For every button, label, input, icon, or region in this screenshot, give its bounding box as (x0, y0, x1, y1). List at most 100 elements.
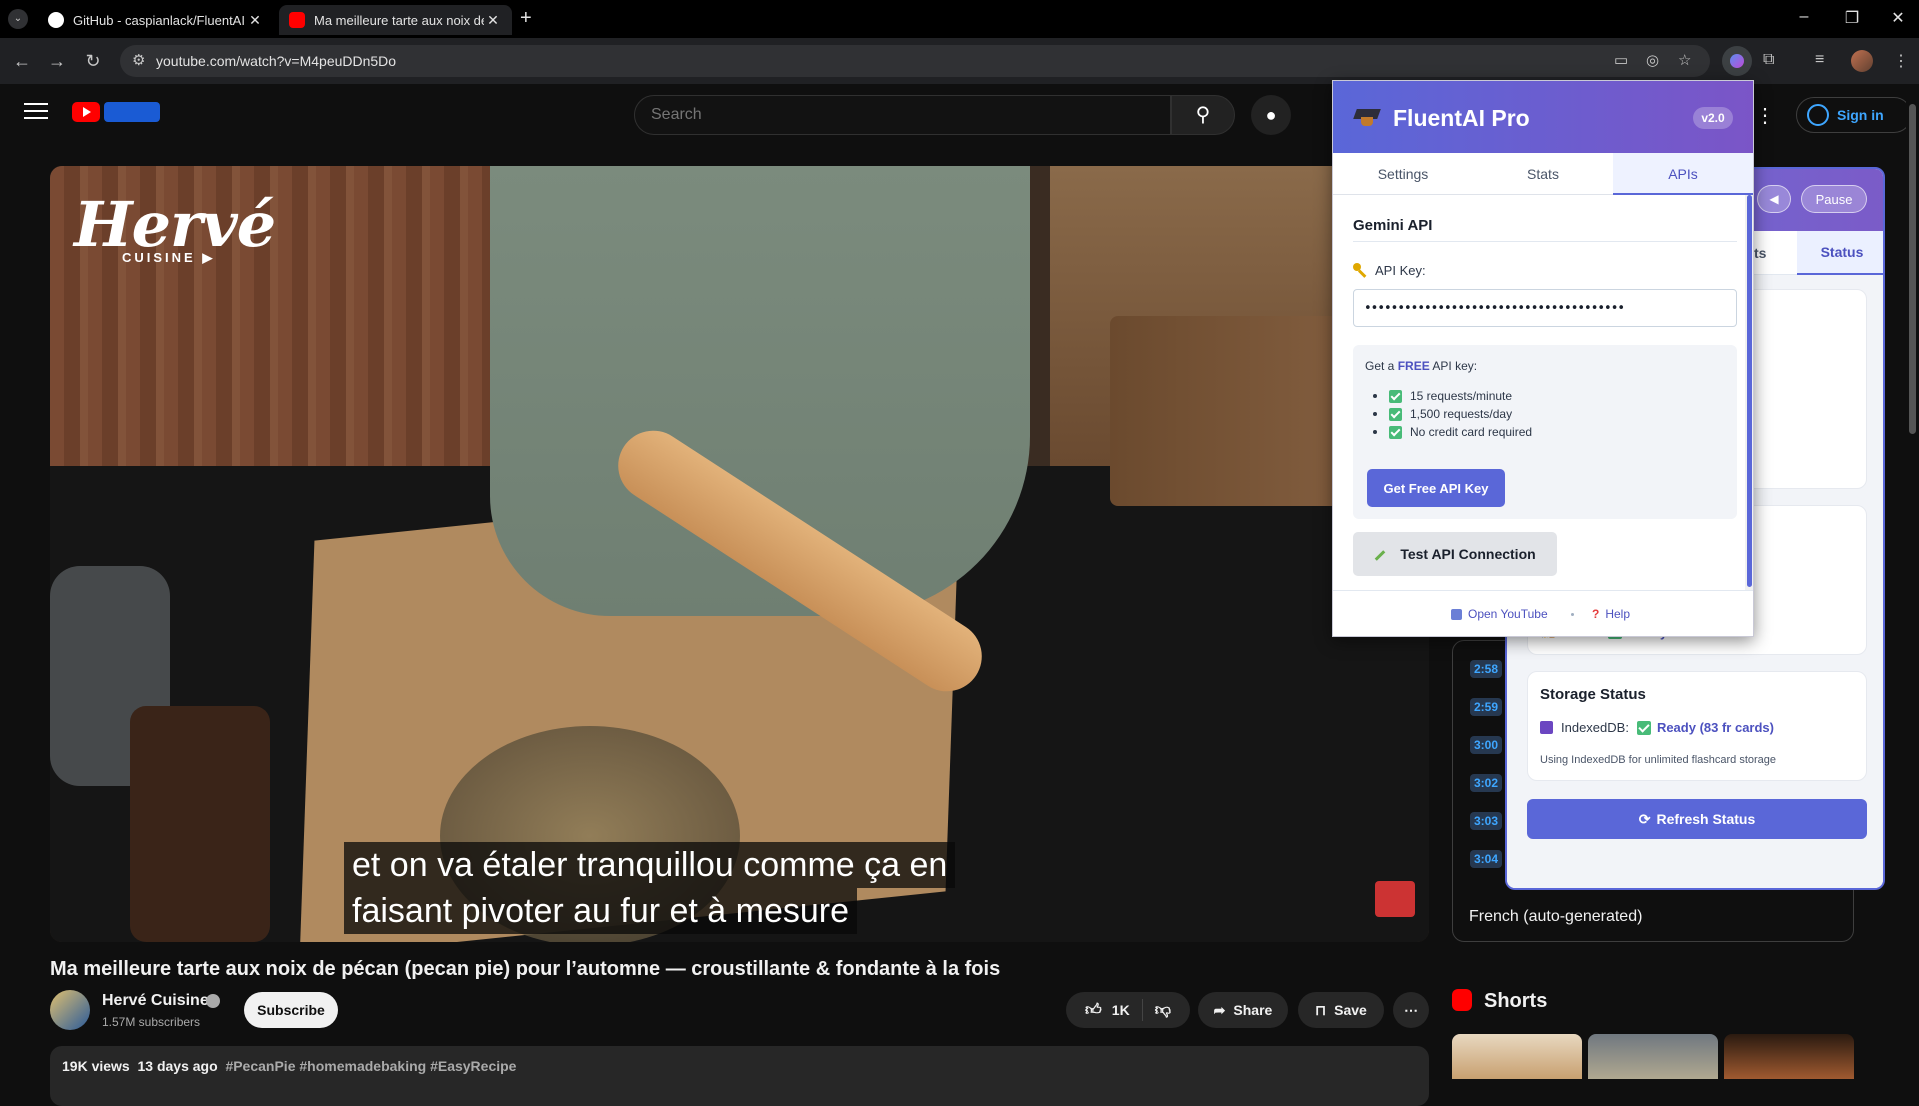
api-key-label: API Key: (1375, 263, 1426, 278)
storage-status-card: Storage Status IndexedDB: Ready (83 fr c… (1527, 671, 1867, 781)
transcript-timestamp[interactable]: 3:00 (1470, 736, 1502, 754)
scrollbar-thumb[interactable] (1909, 104, 1916, 434)
check-icon (1389, 407, 1402, 421)
overlay-tab-partial[interactable]: ts (1754, 245, 1766, 261)
get-free-api-key-button[interactable]: Get Free API Key (1367, 469, 1505, 507)
youtube-icon (289, 12, 305, 28)
free-key-heading: Get a FREE API key: (1365, 359, 1477, 373)
help-link[interactable]: ? Help (1592, 607, 1630, 621)
close-icon[interactable]: ✕ (246, 12, 264, 29)
scrollbar-thumb[interactable] (1747, 195, 1752, 587)
popup-body: Gemini API API Key: Get a FREE API key: … (1333, 195, 1745, 590)
transcript-timestamp[interactable]: 3:04 (1470, 850, 1502, 868)
pause-button[interactable]: Pause (1801, 185, 1867, 213)
channel-name[interactable]: Hervé Cuisine (102, 992, 209, 1010)
browser-toolbar: ← → ↻ ⚙ youtube.com/watch?v=M4peuDDn5Do … (0, 38, 1919, 84)
more-options-icon[interactable]: ⋮ (1755, 103, 1775, 128)
youtube-doodle[interactable] (104, 102, 160, 122)
section-title: Gemini API (1353, 217, 1433, 234)
forward-button[interactable]: → (46, 50, 68, 72)
free-prefix: Get a (1365, 359, 1395, 373)
site-info-icon[interactable]: ⚙ (132, 51, 145, 69)
close-icon[interactable]: ✕ (484, 12, 502, 29)
voice-search-button[interactable]: ● (1251, 95, 1291, 135)
open-youtube-link[interactable]: Open YouTube (1451, 607, 1548, 621)
refresh-icon: ⟳ (1638, 810, 1651, 827)
transcript-timestamp[interactable]: 3:02 (1470, 774, 1502, 792)
free-word: FREE (1397, 359, 1430, 373)
channel-avatar[interactable] (50, 990, 90, 1030)
short-thumbnail[interactable] (1452, 1034, 1582, 1079)
transcript-language[interactable]: French (auto-generated) (1469, 908, 1642, 926)
video-frame-jar (130, 706, 270, 942)
transcript-timestamp[interactable]: 2:59 (1470, 698, 1502, 716)
tab-youtube[interactable]: Ma meilleure tarte aux noix de ✕ (279, 5, 512, 35)
page-scrollbar[interactable] (1906, 84, 1919, 1079)
refresh-label: Refresh Status (1656, 810, 1756, 827)
tab-apis[interactable]: APIs (1613, 153, 1753, 195)
question-mark-icon: ? (1592, 607, 1600, 621)
benefit-text: No credit card required (1410, 425, 1533, 439)
eye-off-icon[interactable]: ◎ (1646, 51, 1659, 69)
dislike-button[interactable]: 👎︎ (1155, 1001, 1171, 1020)
browser-menu-icon[interactable]: ⋮ (1893, 51, 1909, 71)
tab-stats[interactable]: Stats (1473, 153, 1613, 195)
indexeddb-status: Ready (83 fr cards) (1656, 720, 1774, 735)
github-icon (48, 12, 64, 28)
restore-button[interactable]: ❐ (1832, 8, 1872, 28)
new-tab-button[interactable]: + (520, 7, 532, 30)
back-button[interactable]: ← (11, 50, 33, 72)
short-thumbnail[interactable] (1588, 1034, 1718, 1079)
like-dislike-group: 👍︎ 1K 👎︎ (1066, 992, 1190, 1028)
search-input[interactable] (651, 106, 1131, 124)
minimize-button[interactable]: – (1784, 8, 1824, 26)
thumbs-down-icon: 👎︎ (1154, 1001, 1171, 1019)
hamburger-menu-icon[interactable] (24, 103, 48, 121)
fluentai-extension-icon[interactable] (1722, 46, 1752, 76)
description-box[interactable]: 19K views 13 days ago #PecanPie #homemad… (50, 1046, 1429, 1106)
transcript-timestamp[interactable]: 3:03 (1470, 812, 1502, 830)
tab-settings[interactable]: Settings (1333, 153, 1473, 195)
tab-github[interactable]: GitHub - caspianlack/FluentAI: ✕ (38, 5, 274, 35)
search-button[interactable]: ⚲ (1171, 95, 1235, 135)
bookmark-star-icon[interactable]: ☆ (1678, 51, 1691, 69)
tab-search-icon[interactable]: ⌄ (8, 9, 28, 29)
refresh-status-button[interactable]: ⟳ Refresh Status (1527, 799, 1867, 839)
tab-title: GitHub - caspianlack/FluentAI: (73, 12, 246, 28)
like-button[interactable]: 👍︎ 1K (1085, 1001, 1130, 1020)
test-api-connection-button[interactable]: Test API Connection (1353, 532, 1557, 576)
free-suffix: API key: (1432, 359, 1478, 373)
url-text[interactable]: youtube.com/watch?v=M4peuDDn5Do (156, 53, 396, 69)
share-button[interactable]: ➦ Share (1198, 992, 1288, 1028)
indexeddb-row: IndexedDB: Ready (83 fr cards) (1540, 720, 1774, 735)
overlay-tab-status[interactable]: Status (1797, 231, 1883, 275)
more-actions-button[interactable]: ⋯ (1393, 992, 1429, 1028)
share-label: Share (1233, 1002, 1273, 1018)
subscribe-button[interactable]: Subscribe (244, 992, 338, 1028)
hashtags[interactable]: #PecanPie #homemadebaking #EasyRecipe (225, 1058, 516, 1074)
media-controls-icon[interactable]: ≡ (1815, 51, 1824, 69)
reload-button[interactable]: ↻ (82, 50, 104, 72)
video-player[interactable]: Hervé CUISINE ▶ et on va étaler tranquil… (50, 166, 1429, 942)
address-bar[interactable]: ⚙ youtube.com/watch?v=M4peuDDn5Do ▭ ◎ ☆ (120, 45, 1710, 77)
free-key-info-box: Get a FREE API key: 15 requests/minute 1… (1353, 345, 1737, 519)
youtube-logo[interactable] (72, 102, 100, 122)
popup-title: FluentAI Pro (1393, 105, 1530, 131)
popup-header: FluentAI Pro v2.0 (1333, 81, 1753, 153)
install-app-icon[interactable]: ▭ (1614, 51, 1628, 69)
bullet (1373, 412, 1377, 416)
shorts-icon (1452, 989, 1472, 1011)
short-thumbnail[interactable] (1724, 1034, 1854, 1079)
profile-avatar[interactable] (1851, 50, 1873, 72)
channel-watermark-sub: CUISINE ▶ (122, 250, 216, 265)
save-button[interactable]: ⊓ Save (1298, 992, 1384, 1028)
benefit-item: 15 requests/minute (1373, 389, 1512, 403)
collapse-button[interactable]: ◀ (1757, 185, 1791, 213)
close-window-button[interactable]: ✕ (1878, 8, 1918, 28)
extensions-puzzle-icon[interactable]: ⧉ (1763, 51, 1774, 69)
popup-scrollbar[interactable] (1745, 195, 1753, 590)
sign-in-button[interactable]: Sign in (1796, 97, 1912, 133)
subscribe-watermark-icon[interactable] (1375, 881, 1415, 917)
transcript-timestamp[interactable]: 2:58 (1470, 660, 1502, 678)
api-key-input[interactable] (1353, 289, 1737, 327)
